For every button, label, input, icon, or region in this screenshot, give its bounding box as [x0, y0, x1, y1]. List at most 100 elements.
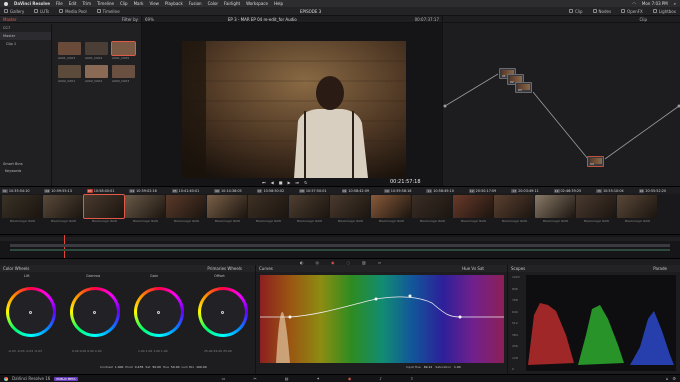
fairlight-page-icon[interactable]: ♪: [379, 376, 382, 381]
home-icon[interactable]: ⌂: [666, 376, 669, 381]
timeline-clip-thumb[interactable]: Blackmagic RAW: [2, 195, 42, 223]
menu-workspace[interactable]: Workspace: [246, 1, 268, 6]
menu-fusion[interactable]: Fusion: [189, 1, 202, 6]
clip-thumb[interactable]: A002_C002: [85, 65, 112, 83]
timeline-clip-thumb[interactable]: Blackmagic RAW: [453, 195, 493, 223]
wheels-mode[interactable]: Primaries Wheels: [207, 266, 242, 271]
play-icon[interactable]: ▶: [287, 180, 290, 185]
node-04[interactable]: 04: [587, 156, 604, 167]
menu-app[interactable]: DaVinci Resolve: [14, 1, 50, 6]
fusion-page-icon[interactable]: ✦: [317, 376, 320, 381]
lift-puck[interactable]: [29, 311, 32, 314]
clip-thumb[interactable]: A001_C003: [58, 42, 85, 60]
timeline-clip-thumb[interactable]: Blackmagic RAW: [576, 195, 616, 223]
openfx-button[interactable]: OpenFX: [621, 9, 643, 14]
menu-fairlight[interactable]: Fairlight: [224, 1, 240, 6]
settings-icon[interactable]: ⚙: [672, 376, 676, 381]
timeline-clip-thumb[interactable]: Blackmagic RAW: [207, 195, 247, 223]
timeline-button[interactable]: Timeline: [96, 9, 120, 14]
zoom-dropdown[interactable]: 69%: [145, 17, 154, 22]
timeline-clip-thumb[interactable]: Blackmagic RAW: [83, 194, 125, 223]
lummix-label: Lum Mix: [181, 365, 195, 369]
menu-timeline[interactable]: Timeline: [97, 1, 114, 6]
timeline-clip-thumb[interactable]: Blackmagic RAW: [43, 195, 83, 223]
viewer-frame[interactable]: [182, 41, 406, 178]
loop-icon[interactable]: ↻: [304, 180, 307, 185]
menu-playback[interactable]: Playback: [165, 1, 183, 6]
lummix-value[interactable]: 100.00: [196, 365, 207, 369]
motion-effects-icon[interactable]: ≈: [378, 260, 381, 265]
menu-file[interactable]: File: [56, 1, 63, 6]
cut-page-icon[interactable]: ✂: [253, 376, 256, 381]
saturation-value[interactable]: 1.00: [454, 365, 461, 369]
curves-mode[interactable]: Hue Vs Sat: [462, 266, 484, 271]
deliver-page-icon[interactable]: ⇧: [410, 376, 413, 381]
timeline-clip-thumb[interactable]: Blackmagic RAW: [248, 195, 288, 223]
gallery-button[interactable]: Gallery: [4, 9, 24, 14]
luts-button[interactable]: LUTs: [34, 9, 49, 14]
menu-trim[interactable]: Trim: [82, 1, 91, 6]
camera-raw-icon[interactable]: ◐: [300, 260, 304, 265]
color-page-icon[interactable]: ◉: [348, 376, 352, 381]
luts-label: LUTs: [40, 8, 50, 14]
bin-clip1[interactable]: Clip 1: [0, 40, 51, 48]
sat-value[interactable]: 50.00: [152, 365, 161, 369]
clip-thumb[interactable]: A002_C001: [58, 65, 85, 83]
pivot-value[interactable]: 0.435: [135, 365, 144, 369]
clip-thumb[interactable]: A001_C004: [85, 42, 112, 60]
clip-timecode: 05 10:41:40:01: [171, 188, 211, 193]
timeline-ruler[interactable]: [0, 237, 680, 241]
timeline-clip-thumb[interactable]: Blackmagic RAW: [494, 195, 534, 223]
nodes-button[interactable]: Nodes: [592, 9, 611, 14]
timeline-clip-thumb[interactable]: Blackmagic RAW: [535, 195, 575, 223]
play-reverse-icon[interactable]: ◀: [271, 180, 274, 185]
hue-value[interactable]: 50.00: [171, 365, 180, 369]
node-03[interactable]: 03: [515, 82, 532, 93]
offset-puck[interactable]: [221, 311, 224, 314]
mini-timeline[interactable]: [0, 234, 680, 259]
menu-clip[interactable]: Clip: [120, 1, 128, 6]
gain-puck[interactable]: [157, 311, 160, 314]
playhead[interactable]: [64, 235, 65, 259]
filter-label[interactable]: Filter by: [122, 17, 138, 22]
clip-thumb[interactable]: A002_C003: [112, 65, 139, 83]
timeline-clip-thumb[interactable]: Blackmagic RAW: [166, 195, 206, 223]
timeline-clip-thumb[interactable]: Blackmagic RAW: [330, 195, 370, 223]
lightbox-button[interactable]: Lightbox: [652, 9, 676, 14]
wifi-icon[interactable]: ◠: [632, 1, 636, 6]
timeline-clip-thumb[interactable]: Blackmagic RAW: [125, 195, 165, 223]
master-dropdown[interactable]: Master: [3, 17, 17, 22]
menu-mark[interactable]: Mark: [134, 1, 144, 6]
menu-color[interactable]: Color: [208, 1, 218, 6]
search-icon[interactable]: ⌕: [674, 1, 676, 6]
viewer-panel: 69% EP 3 - MAR EP 04 re-edit_for Audio 0…: [142, 16, 442, 186]
clip-thumb[interactable]: A001_C005: [111, 41, 139, 60]
timeline-clip-thumb[interactable]: Blackmagic RAW: [289, 195, 329, 223]
menu-help[interactable]: Help: [274, 1, 283, 6]
input-hue-value[interactable]: 69.12: [424, 365, 433, 369]
clip-button[interactable]: Clip: [568, 9, 583, 14]
scopes-mode[interactable]: Parade: [653, 266, 667, 271]
menu-view[interactable]: View: [149, 1, 159, 6]
skip-forward-icon[interactable]: ⏭: [296, 180, 300, 185]
color-match-icon[interactable]: ◎: [316, 260, 320, 265]
edit-page-icon[interactable]: ▤: [285, 376, 289, 381]
gamma-puck[interactable]: [93, 311, 96, 314]
timeline-clip-thumb[interactable]: Blackmagic RAW: [617, 195, 657, 223]
apple-icon[interactable]: [4, 1, 8, 6]
curves-overlay: [260, 294, 504, 363]
media-pool-button[interactable]: Media Pool: [59, 9, 87, 14]
skip-back-icon[interactable]: ⏮: [262, 180, 266, 185]
contrast-value[interactable]: 1.000: [115, 365, 124, 369]
timeline-clip-thumb[interactable]: Blackmagic RAW: [371, 195, 411, 223]
keywords-bin[interactable]: Keywords: [5, 169, 21, 173]
hdr-icon[interactable]: ◌: [347, 260, 351, 265]
media-page-icon[interactable]: ▭: [222, 376, 226, 381]
menu-edit[interactable]: Edit: [69, 1, 77, 6]
bin-cc7[interactable]: CC7: [0, 24, 51, 32]
rgb-mixer-icon[interactable]: ▥: [362, 260, 366, 265]
color-wheels-icon[interactable]: ◉: [331, 260, 335, 265]
stop-icon[interactable]: ■: [279, 180, 283, 185]
timeline-clip-thumb[interactable]: Blackmagic RAW: [412, 195, 452, 223]
bin-master[interactable]: Master: [0, 32, 51, 40]
